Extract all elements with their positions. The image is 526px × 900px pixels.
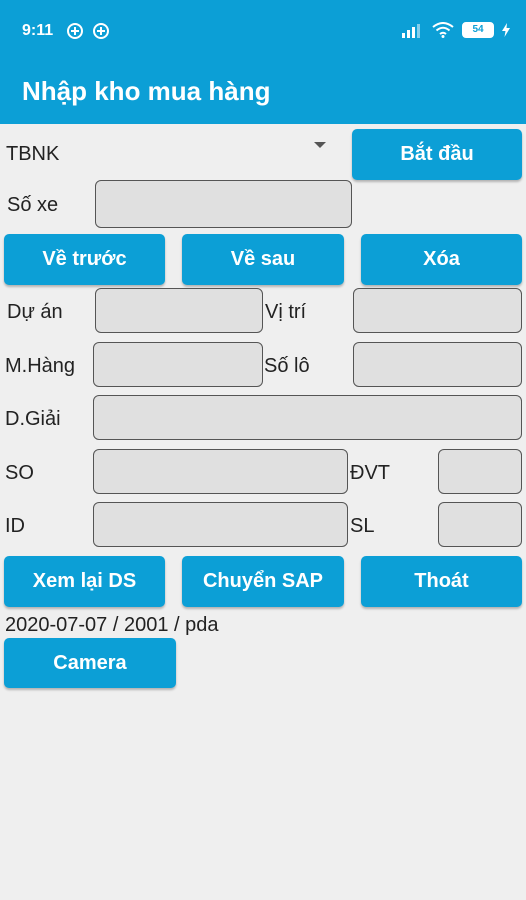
spinner-selected-value: TBNK	[6, 143, 60, 165]
vehicle-no-field[interactable]	[95, 180, 352, 228]
status-system-icons: 54	[402, 22, 510, 38]
project-label: Dự án	[7, 301, 63, 323]
transfer-sap-button[interactable]: Chuyển SAP	[182, 556, 344, 607]
app-bar: Nhập kho mua hàng	[0, 62, 526, 124]
battery-icon: 54	[462, 22, 494, 38]
wifi-icon	[432, 22, 454, 38]
previous-button[interactable]: Về trước	[4, 234, 165, 285]
vehicle-no-label: Số xe	[7, 194, 59, 216]
review-list-button[interactable]: Xem lại DS	[4, 556, 165, 607]
exit-button[interactable]: Thoát	[361, 556, 522, 607]
lot-no-field[interactable]	[353, 342, 522, 387]
quantity-label: SL	[350, 515, 375, 537]
so-field[interactable]	[93, 449, 348, 494]
unit-label: ĐVT	[350, 462, 390, 484]
lot-no-label: Số lô	[264, 355, 310, 377]
item-code-label: M.Hàng	[5, 355, 76, 377]
next-button[interactable]: Về sau	[182, 234, 344, 285]
delete-button[interactable]: Xóa	[361, 234, 522, 285]
location-label: Vị trí	[265, 301, 307, 323]
project-field[interactable]	[95, 288, 263, 333]
camera-button[interactable]: Camera	[4, 638, 176, 688]
quantity-field[interactable]	[438, 502, 522, 547]
signal-icon	[402, 24, 420, 38]
status-notification-icons	[66, 22, 110, 40]
charging-icon	[502, 23, 510, 37]
so-label: SO	[5, 462, 34, 484]
unit-field[interactable]	[438, 449, 522, 494]
id-field[interactable]	[93, 502, 348, 547]
status-time: 9:11	[22, 22, 54, 39]
description-field[interactable]	[93, 395, 522, 440]
location-field[interactable]	[353, 288, 522, 333]
session-info: 2020-07-07 / 2001 / pda	[5, 614, 219, 636]
id-label: ID	[5, 515, 25, 537]
status-bar: 9:11 54	[0, 0, 526, 62]
item-code-field[interactable]	[93, 342, 263, 387]
description-label: D.Giải	[5, 408, 61, 430]
notification-icon	[93, 23, 109, 39]
chevron-down-icon	[314, 142, 326, 148]
notification-icon	[67, 23, 83, 39]
warehouse-spinner[interactable]: TBNK	[0, 130, 340, 174]
page-title: Nhập kho mua hàng	[22, 76, 271, 106]
start-button[interactable]: Bắt đầu	[352, 129, 522, 180]
